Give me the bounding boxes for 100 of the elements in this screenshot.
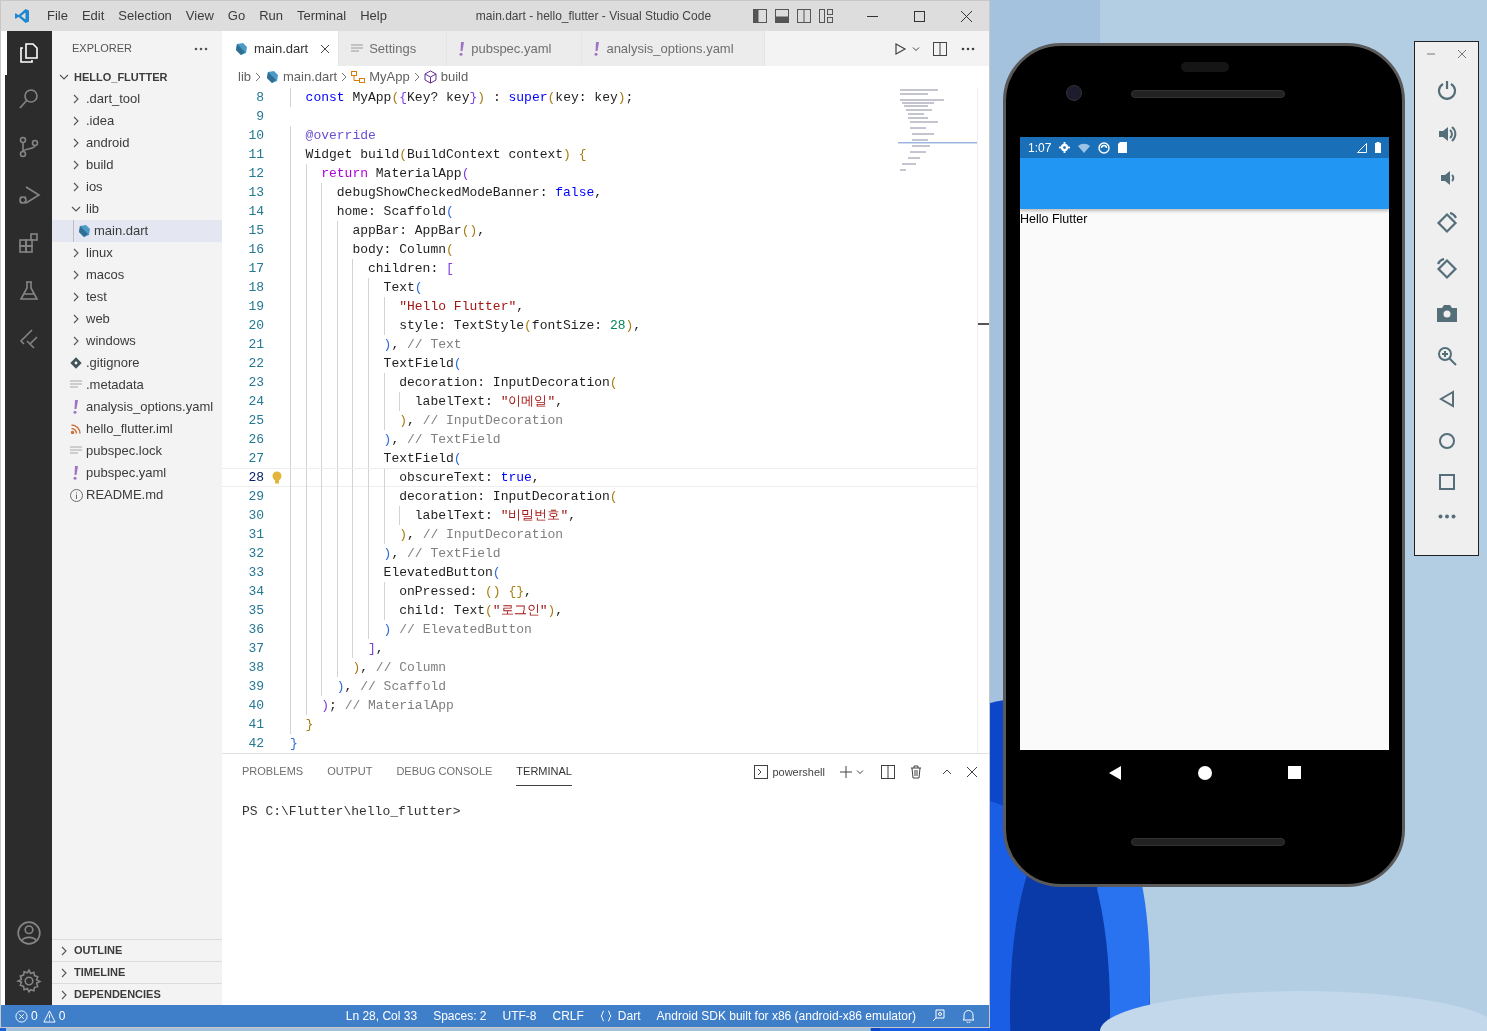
menu-item[interactable]: Selection [111, 6, 179, 26]
panel-tab[interactable]: TERMINAL [516, 758, 572, 786]
tree-item[interactable]: pubspec.lock [52, 440, 222, 462]
close-icon[interactable] [967, 767, 977, 777]
tree-item[interactable]: linux [52, 242, 222, 264]
more-icon[interactable] [1437, 514, 1456, 519]
line-number: 30 [247, 506, 264, 525]
clock: 1:07 [1028, 139, 1052, 157]
tree-item[interactable]: test [52, 286, 222, 308]
tree-item[interactable]: windows [52, 330, 222, 352]
menu-item[interactable]: View [178, 6, 221, 26]
customize-layout-icon[interactable] [819, 9, 833, 23]
line-number: 16 [247, 240, 264, 259]
tree-item[interactable]: macos [52, 264, 222, 286]
tree-item[interactable]: lib [52, 198, 222, 220]
status-item[interactable]: CRLF [552, 1007, 584, 1025]
maximize-icon[interactable] [914, 10, 925, 22]
section-header[interactable]: OUTLINE [52, 939, 222, 961]
line-number: 15 [247, 221, 264, 240]
run-icon[interactable] [893, 41, 907, 56]
warning-icon[interactable] [42, 1009, 56, 1023]
tree-item[interactable]: main.dart [52, 220, 222, 242]
status-item[interactable]: Spaces: 2 [433, 1007, 487, 1025]
code-line: TextField( [382, 450, 462, 468]
breadcrumb[interactable]: build [440, 67, 469, 87]
plus-icon[interactable] [839, 765, 853, 779]
section-header[interactable]: TIMELINE [52, 961, 222, 983]
account-icon[interactable] [15, 920, 42, 946]
editor-tab[interactable]: pubspec.yaml [447, 31, 583, 66]
feedback-icon[interactable] [932, 1009, 946, 1023]
line-number: 26 [247, 430, 264, 449]
language-mode[interactable]: Dart [617, 1007, 641, 1025]
app-text: Hello Flutter [1020, 211, 1088, 228]
extensions-icon[interactable] [16, 231, 41, 255]
terminal-name[interactable]: powershell [772, 763, 825, 781]
trash-icon[interactable] [909, 765, 923, 779]
menu-item[interactable]: Run [252, 6, 290, 26]
editor-tab[interactable]: main.dart [222, 31, 340, 66]
breadcrumb[interactable]: lib [238, 67, 251, 87]
volume-up-icon[interactable] [1436, 124, 1457, 144]
status-item[interactable]: Ln 28, Col 33 [345, 1007, 418, 1025]
more-icon[interactable] [194, 46, 208, 51]
chevron-down-icon[interactable] [855, 767, 865, 777]
error-icon[interactable] [15, 1009, 28, 1023]
camera-icon[interactable] [1436, 304, 1457, 322]
braces-icon[interactable] [599, 1010, 612, 1022]
run-debug-icon[interactable] [16, 183, 41, 207]
tree-item[interactable]: build [52, 154, 222, 176]
menu-item[interactable]: Edit [74, 6, 112, 26]
device-selector[interactable]: Android SDK built for x86 (android-x86 emulator) [656, 1007, 916, 1025]
panel-tab[interactable]: PROBLEMS [242, 758, 304, 786]
rotate-left-icon[interactable] [1435, 212, 1458, 234]
panel-layout-icon[interactable] [775, 9, 789, 23]
panel-tab[interactable]: DEBUG CONSOLE [396, 758, 493, 786]
editor-tab[interactable]: Settings [339, 31, 448, 66]
tree-item[interactable]: android [52, 132, 222, 154]
tree-item[interactable]: analysis_options.yaml [52, 396, 222, 418]
close-icon[interactable] [320, 43, 331, 54]
tree-item[interactable]: .dart_tool [52, 88, 222, 110]
breadcrumb[interactable]: main.dart [283, 67, 338, 87]
line-number: 36 [247, 620, 264, 639]
more-icon[interactable] [961, 46, 975, 51]
tree-item[interactable]: ios [52, 176, 222, 198]
sidebar-layout-icon[interactable] [753, 9, 767, 23]
split-terminal-icon[interactable] [881, 765, 895, 779]
tree-item[interactable]: .idea [52, 110, 222, 132]
menu-item[interactable]: Go [220, 6, 253, 26]
menu-item[interactable]: File [40, 6, 75, 26]
code-line: TextField( [382, 355, 462, 373]
tree-item[interactable]: hello_flutter.iml [52, 418, 222, 440]
line-number: 14 [247, 202, 264, 221]
tree-root[interactable]: HELLO_FLUTTER [52, 66, 222, 88]
diamond-icon [70, 357, 82, 369]
panel-tab[interactable]: OUTPUT [327, 758, 373, 786]
menu-item[interactable]: Terminal [290, 6, 354, 26]
menu-item[interactable]: Help [353, 6, 394, 26]
tree-item[interactable]: web [52, 308, 222, 330]
bell-icon[interactable] [962, 1009, 975, 1023]
rotate-right-icon[interactable] [1435, 258, 1458, 280]
warning-count[interactable]: 0 [58, 1007, 66, 1025]
search-icon[interactable] [16, 87, 41, 111]
close-icon[interactable] [961, 10, 972, 22]
home-icon[interactable] [1198, 765, 1212, 780]
overview-icon[interactable] [1438, 474, 1455, 490]
zoom-icon[interactable] [1436, 346, 1457, 366]
tree-item[interactable]: pubspec.yaml [52, 462, 222, 484]
editor-tab[interactable]: analysis_options.yaml [582, 31, 765, 66]
tree-item[interactable]: .metadata [52, 374, 222, 396]
split-layout-icon[interactable] [797, 9, 811, 23]
tree-item[interactable]: .gitignore [52, 352, 222, 374]
line-number: 25 [247, 411, 264, 430]
status-item[interactable]: UTF-8 [502, 1007, 537, 1025]
dart-icon [265, 70, 279, 84]
tree-item[interactable]: README.md [52, 484, 222, 506]
error-count[interactable]: 0 [31, 1007, 38, 1025]
power-icon[interactable] [1436, 80, 1457, 100]
breadcrumb[interactable]: MyApp [369, 67, 410, 87]
back-icon[interactable] [1108, 765, 1122, 780]
split-editor-icon[interactable] [933, 41, 947, 56]
settings-icon[interactable] [15, 968, 42, 994]
